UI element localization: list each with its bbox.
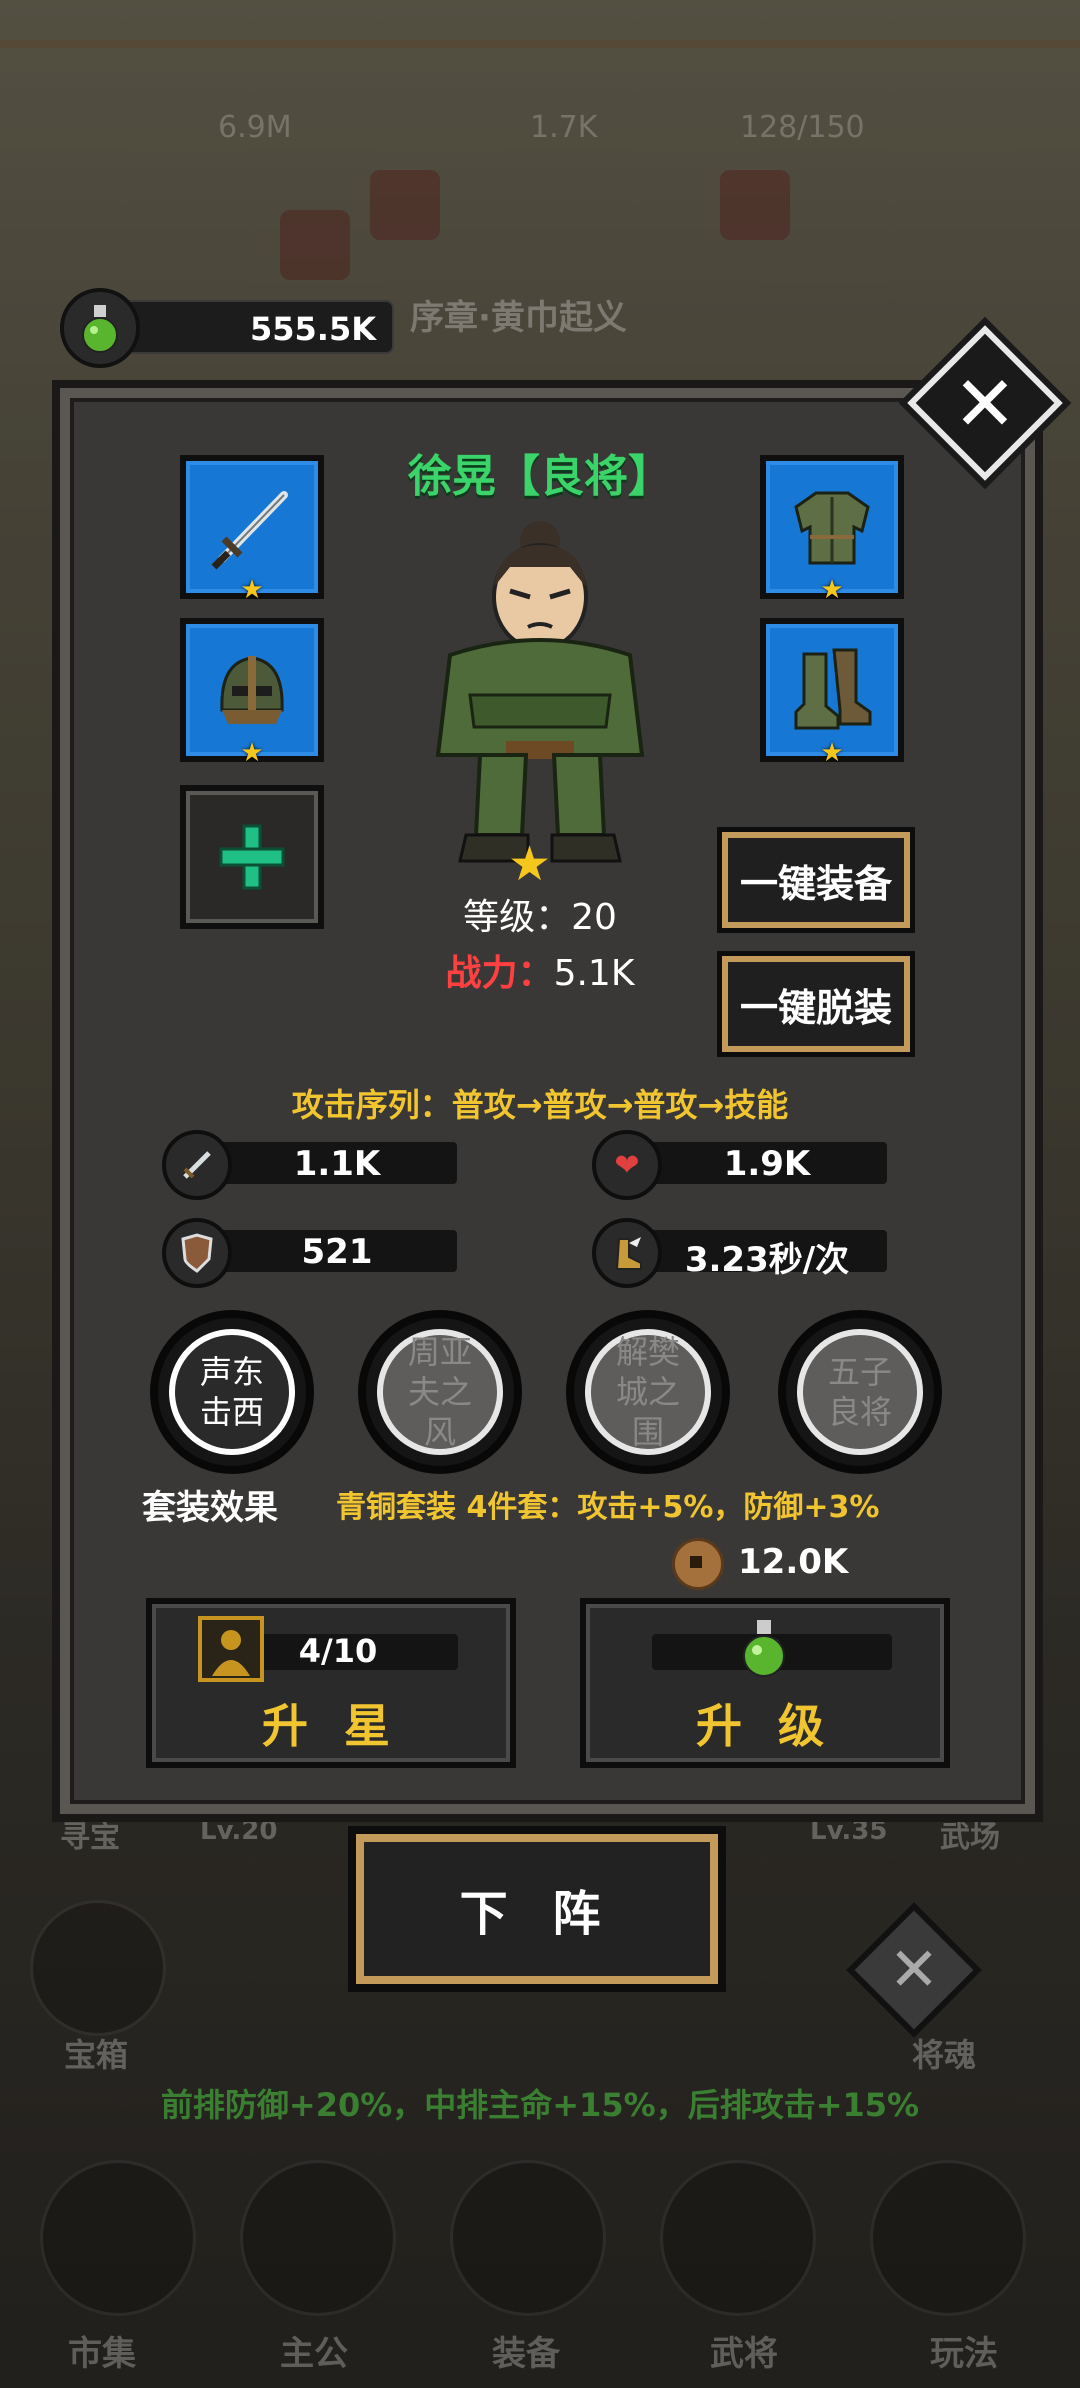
level-value: 20 [571,897,617,938]
skill-slot[interactable]: 声东击西 [150,1310,314,1474]
bg-gem-value: 1.7K [530,110,598,145]
nav-play-icon[interactable] [870,2160,1026,2316]
hero-star-icon: ★ [508,836,552,892]
hero-silhouette-icon [196,1614,266,1684]
power-label: 战力 [445,953,518,994]
potion-counter: 555.5K [60,288,400,368]
drum-decoration [370,170,440,240]
plus-icon [219,824,285,890]
nav-hero-icon[interactable] [660,2160,816,2316]
armor-slot[interactable]: ★ [760,455,904,605]
nav-play-label[interactable]: 玩法 [930,2326,998,2375]
equip-all-button[interactable]: 一键装备 [717,827,915,933]
level-label: 等级 [463,897,536,938]
nav-equipment-label[interactable]: 装备 [492,2326,560,2375]
skill-name: 解樊城之围 [585,1329,711,1455]
skill-name: 周亚夫之风 [377,1329,503,1455]
skill-name: 五子良将 [797,1329,923,1455]
deploy-button[interactable]: 下 阵 [348,1826,726,1992]
power-value: 5.1K [553,953,635,994]
hero-level: 等级：20 [463,897,617,938]
close-icon: ✕ [953,358,1017,448]
sword-icon [211,491,288,570]
drum-decoration [720,170,790,240]
copper-coin-icon [672,1538,724,1590]
defense-value: 521 [301,1232,373,1272]
attack-sequence: 攻击序列：普攻→普攻→普攻→技能 [291,1086,789,1124]
attack-stat: 1.1K [162,1130,462,1200]
nav-market-label[interactable]: 市集 [68,2326,136,2375]
level-up-button[interactable]: 0 升 级 [580,1598,950,1768]
defense-stat: 521 [162,1218,462,1288]
bg-chest-label: 宝箱 [64,2036,129,2074]
skill-name: 声东击西 [169,1329,295,1455]
green-potion-icon [60,288,140,368]
boots-star-icon: ★ [820,738,844,768]
hp-stat: ❤ 1.9K [592,1130,892,1200]
bg-soul-label: 将魂 [912,2036,977,2074]
green-potion-icon [736,1618,806,1688]
chest-icon[interactable] [30,1900,166,2036]
helmet-icon [220,656,284,724]
helmet-star-icon: ★ [240,738,264,768]
boots-slot[interactable]: ★ [760,618,904,768]
skill-slot[interactable]: 解樊城之围 [566,1310,730,1474]
hero-portrait[interactable] [410,505,670,875]
boots-icon [794,648,872,730]
star-up-button[interactable]: 4/10 升 星 [146,1598,516,1768]
nav-market-icon[interactable] [40,2160,196,2316]
nav-lord-label[interactable]: 主公 [280,2326,348,2375]
helmet-slot[interactable]: ★ [180,618,324,768]
formation-bonus-text: 前排防御+20%，中排主命+15%，后排攻击+15% [160,2086,920,2124]
weapon-star-icon: ★ [240,575,264,605]
fence-decoration [0,40,1080,48]
level-up-label: 升 级 [695,1699,834,1753]
hero-name: 徐晃【良将】 [408,451,672,502]
drum-decoration [280,210,350,280]
set-effect-label: 套装效果 [142,1488,278,1528]
armor-star-icon: ★ [820,575,844,605]
weapon-slot[interactable]: ★ [180,455,324,605]
unequip-all-button[interactable]: 一键脱装 [717,951,915,1057]
skill-slot[interactable]: 周亚夫之风 [358,1310,522,1474]
bg-stamina-value: 128/150 [740,110,865,145]
nav-equipment-icon[interactable] [450,2160,606,2316]
speed-stat: 3.23秒/次 [592,1218,892,1288]
skill-slot[interactable]: 五子良将 [778,1310,942,1474]
bg-gold-value: 6.9M [218,110,292,145]
attack-value: 1.1K [293,1144,381,1184]
set-effect-text: 青铜套装 4件套：攻击+5%，防御+3% [336,1490,880,1525]
nav-hero-label[interactable]: 武将 [710,2326,778,2375]
empty-equipment-slot[interactable] [180,785,324,929]
armor-icon [794,491,870,565]
potion-count: 555.5K [249,310,376,348]
speed-value: 3.23秒/次 [684,1240,850,1280]
hero-power: 战力：5.1K [445,953,635,994]
nav-lord-icon[interactable] [240,2160,396,2316]
bg-chapter-title: 序章·黄巾起义 [410,298,627,338]
star-up-label: 升 星 [261,1699,400,1753]
coin-value: 12.0K [738,1542,849,1582]
hp-value: 1.9K [723,1144,811,1184]
close-icon: ✕ [888,1935,940,2005]
